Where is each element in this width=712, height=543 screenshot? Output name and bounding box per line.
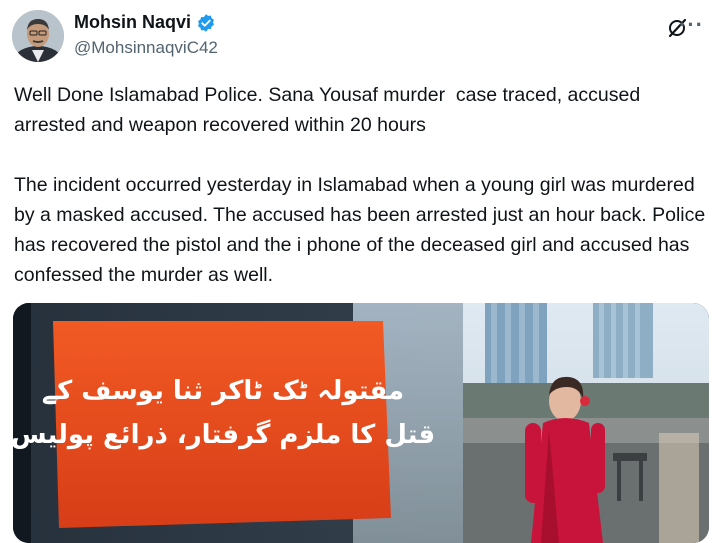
name-row: Mohsin Naqvi bbox=[74, 12, 216, 33]
tweet-header: Mohsin Naqvi @MohsinnaqviC42 ··· bbox=[12, 10, 703, 66]
verified-badge-icon bbox=[196, 13, 216, 33]
tweet-text: Well Done Islamabad Police. Sana Yousaf … bbox=[14, 84, 706, 286]
banner-line-2: قتل کا ملزم گرفتار، ذرائع پولیس bbox=[13, 419, 435, 450]
tweet-media-image[interactable]: مقتولہ ٹک ٹاکر ثنا یوسف کے قتل کا ملزم گ… bbox=[13, 303, 709, 543]
avatar[interactable] bbox=[12, 10, 64, 62]
handle[interactable]: @MohsinnaqviC42 bbox=[74, 38, 218, 58]
more-icon[interactable]: ··· bbox=[679, 14, 704, 36]
display-name[interactable]: Mohsin Naqvi bbox=[74, 12, 191, 33]
banner-line-1: مقتولہ ٹک ٹاکر ثنا یوسف کے bbox=[42, 376, 404, 406]
